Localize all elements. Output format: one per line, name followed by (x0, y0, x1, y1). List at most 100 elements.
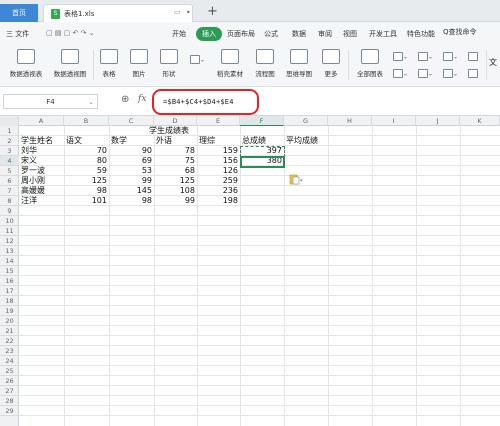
score-cell[interactable]: 98 (109, 196, 152, 206)
sheet-title-cell[interactable]: 学生成绩表 (149, 126, 189, 136)
header-cell[interactable]: 理综 (199, 136, 215, 146)
score-cell[interactable]: 236 (197, 186, 238, 196)
all-charts-button[interactable]: 全部图表 (353, 49, 387, 78)
score-cell[interactable]: 80 (64, 156, 107, 166)
header-cell[interactable]: 学生姓名 (21, 136, 53, 146)
search-command[interactable]: Q查找命令 (443, 27, 500, 41)
new-tab-button[interactable]: + (207, 4, 218, 19)
icon-button[interactable]: ⌄ (190, 55, 205, 67)
score-cell[interactable]: 159 (197, 146, 238, 156)
shape-button[interactable]: 形状 (155, 49, 183, 78)
name-cell[interactable]: 汪洋 (21, 196, 37, 206)
row-header[interactable]: 15 (0, 266, 19, 276)
score-cell[interactable]: 69 (109, 156, 152, 166)
menu-insert[interactable]: 插入 (196, 27, 222, 41)
score-cell[interactable]: 99 (109, 176, 152, 186)
score-cell[interactable]: 75 (154, 156, 195, 166)
row-header[interactable]: 11 (0, 226, 19, 236)
row-header[interactable]: 28 (0, 396, 19, 406)
column-header-active[interactable]: F (240, 116, 284, 126)
row-header[interactable]: 21 (0, 326, 19, 336)
score-cell[interactable]: 108 (154, 186, 195, 196)
column-header[interactable]: B (64, 116, 109, 126)
table-button[interactable]: 表格 (97, 49, 121, 78)
row-header[interactable]: 16 (0, 276, 19, 286)
row-header[interactable]: 25 (0, 366, 19, 376)
score-cell[interactable]: 101 (64, 196, 107, 206)
docer-material-button[interactable]: 稻壳素材 (213, 49, 247, 78)
row-header[interactable]: 22 (0, 336, 19, 346)
row-header[interactable]: 29 (0, 406, 19, 416)
home-tab[interactable]: 首页 (0, 4, 38, 22)
menu-review[interactable]: 审阅 (318, 29, 332, 39)
score-cell[interactable]: 70 (64, 146, 107, 156)
name-cell[interactable]: 周小刚 (21, 176, 45, 186)
name-cell[interactable]: 刘华 (21, 146, 37, 156)
column-header[interactable]: I (372, 116, 416, 126)
row-header[interactable]: 23 (0, 346, 19, 356)
pivot-table-button[interactable]: 数据透视表 (6, 49, 46, 78)
menu-view[interactable]: 视图 (343, 29, 357, 39)
name-cell[interactable]: 罗一波 (21, 166, 45, 176)
row-header[interactable]: 5 (0, 166, 19, 176)
row-header[interactable]: 13 (0, 246, 19, 256)
score-cell[interactable]: 156 (197, 156, 238, 166)
row-header[interactable]: 24 (0, 356, 19, 366)
menu-start[interactable]: 开始 (172, 29, 186, 39)
row-header[interactable]: 3 (0, 146, 19, 156)
name-cell[interactable]: 宋义 (21, 156, 37, 166)
menu-file[interactable]: 三 文件 (6, 29, 29, 39)
area-chart-button[interactable]: ⌄ (418, 69, 433, 81)
menu-data[interactable]: 数据 (292, 29, 306, 39)
column-header[interactable]: E (197, 116, 240, 126)
row-header[interactable]: 10 (0, 216, 19, 226)
score-cell[interactable]: 125 (154, 176, 195, 186)
row-header[interactable]: 17 (0, 286, 19, 296)
selected-cell[interactable] (240, 156, 285, 168)
monitor-icon[interactable]: ▭ (174, 8, 181, 16)
score-cell[interactable]: 99 (154, 196, 195, 206)
column-header[interactable]: H (328, 116, 372, 126)
score-cell[interactable]: 68 (154, 166, 195, 176)
column-header[interactable]: A (19, 116, 64, 126)
mindmap-button[interactable]: 思维导图 (282, 49, 316, 78)
header-cell[interactable]: 外语 (156, 136, 172, 146)
header-cell[interactable]: 总成绩 (242, 136, 266, 146)
row-header[interactable]: 27 (0, 386, 19, 396)
row-header[interactable]: 8 (0, 196, 19, 206)
flowchart-button[interactable]: 流程图 (250, 49, 280, 78)
paste-options-icon[interactable]: ▾ (289, 174, 303, 185)
score-cell[interactable]: 145 (109, 186, 152, 196)
row-header[interactable]: 12 (0, 236, 19, 246)
row-header[interactable]: 2 (0, 136, 19, 146)
toolbar-quick-icons[interactable]: ▢ ▤ ▢ ↶ ↷ ⌄ (46, 29, 95, 37)
header-cell[interactable]: 平均成绩 (286, 136, 318, 146)
file-tab[interactable]: S 表格1.xls ▭ • (43, 4, 193, 22)
row-header[interactable]: 6 (0, 176, 19, 186)
row-header[interactable]: 19 (0, 306, 19, 316)
pivot-chart-button[interactable]: 数据透视图 (50, 49, 90, 78)
menu-page-layout[interactable]: 页面布局 (227, 29, 255, 39)
column-header[interactable]: C (109, 116, 154, 126)
score-cell[interactable]: 98 (64, 186, 107, 196)
zoom-icon[interactable]: ⊕ (121, 94, 129, 105)
row-header[interactable]: 14 (0, 256, 19, 266)
function-icon[interactable]: fx (138, 94, 146, 104)
header-cell[interactable]: 语文 (66, 136, 82, 146)
score-cell[interactable]: 59 (64, 166, 107, 176)
row-header[interactable]: 1 (0, 126, 19, 136)
line-chart-button[interactable]: ⌄ (418, 52, 433, 64)
column-header[interactable]: K (460, 116, 500, 126)
header-cell[interactable]: 数学 (111, 136, 127, 146)
more-button[interactable]: 更多 (318, 49, 344, 78)
row-header[interactable]: 26 (0, 376, 19, 386)
score-cell[interactable]: 90 (109, 146, 152, 156)
chevron-down-icon[interactable]: ⌄ (88, 95, 94, 109)
row-header[interactable]: 9 (0, 206, 19, 216)
row-header-active[interactable]: 4 (0, 156, 19, 166)
name-box[interactable]: F4 ⌄ (3, 94, 98, 109)
sparkline-button[interactable]: ⌄ (443, 52, 458, 64)
column-header[interactable]: J (416, 116, 460, 126)
row-header[interactable]: 7 (0, 186, 19, 196)
other-chart-button[interactable] (468, 69, 478, 81)
